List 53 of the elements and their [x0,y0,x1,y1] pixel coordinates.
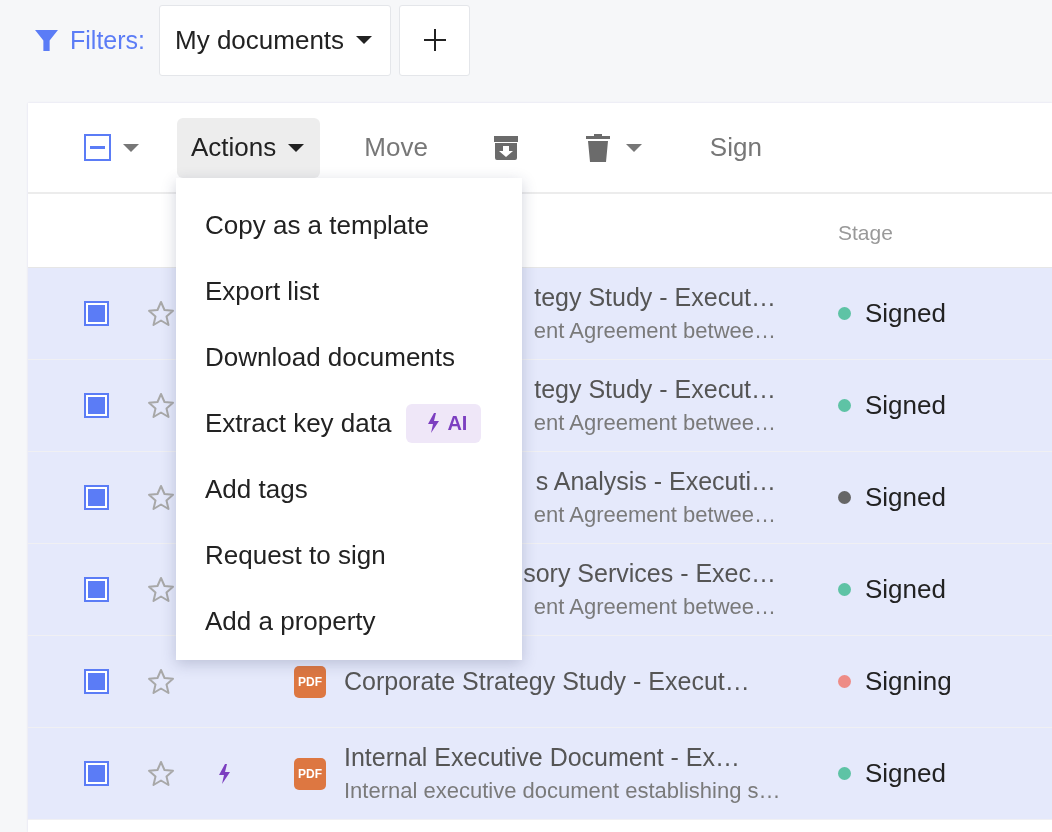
stage-label: Signed [865,574,946,605]
move-button[interactable]: Move [364,132,428,163]
table-row[interactable]: PDF Internal Executive Document - Ex… Internal executive document establishing s… Signed [28,728,1052,820]
actions-button[interactable]: Actions [177,117,321,178]
star-icon[interactable] [147,760,175,787]
document-description: Internal executive document establishing s… [344,778,781,804]
document-title[interactable]: s Analysis - Executi… [535,467,776,496]
menu-item-label: Extract key data [205,407,392,439]
star-icon[interactable] [147,484,175,511]
stage-label: Signed [865,482,946,513]
filter-icon [34,27,59,53]
row-checkbox[interactable] [84,393,109,418]
filters-label: Filters: [70,25,145,55]
document-title[interactable]: tegy Study - Execut… [534,283,776,312]
ai-label: AI [447,411,468,435]
caret-icon [356,36,373,44]
stage-label: Signing [865,666,952,697]
menu-item[interactable]: Copy as a template [176,192,522,258]
row-checkbox[interactable] [84,485,109,510]
plus-icon [423,29,446,51]
select-all-checkbox[interactable] [84,134,111,161]
stage-label: Signed [865,298,946,329]
row-checkbox[interactable] [84,761,109,786]
archive-icon[interactable] [491,133,520,162]
table-row[interactable]: PDF Corporate Strategy Study - Execut… Signing [28,636,1052,728]
pdf-file-icon: PDF [294,665,326,698]
row-checkbox[interactable] [84,301,109,326]
filter-dropdown[interactable]: My documents [159,4,392,76]
star-icon[interactable] [147,576,175,603]
star-icon[interactable] [147,300,175,327]
row-checkbox[interactable] [84,669,109,694]
star-icon[interactable] [147,668,175,695]
document-title[interactable]: sory Services - Exec… [523,559,776,588]
lightning-icon [427,413,440,433]
pdf-file-icon: PDF [294,757,326,790]
stage-label: Signed [865,758,946,789]
document-description: ent Agreement betwee… [533,318,776,344]
document-title[interactable]: Internal Executive Document - Ex… [344,743,781,772]
menu-item[interactable]: Add tags [176,456,522,522]
trash-icon [585,133,610,162]
document-description: ent Agreement betwee… [533,502,776,528]
document-title[interactable]: tegy Study - Execut… [534,375,776,404]
caret-icon [625,143,642,152]
sign-button[interactable]: Sign [709,132,762,163]
caret-icon [288,143,305,152]
document-description: ent Agreement betwee… [533,410,776,436]
delete-button[interactable] [585,133,642,162]
document-title[interactable]: Corporate Strategy Study - Execut… [344,667,750,696]
row-checkbox[interactable] [84,577,109,602]
star-icon[interactable] [147,392,175,419]
caret-icon [123,143,139,152]
document-description: ent Agreement betwee… [533,594,776,620]
stage-label: Signed [865,390,946,421]
